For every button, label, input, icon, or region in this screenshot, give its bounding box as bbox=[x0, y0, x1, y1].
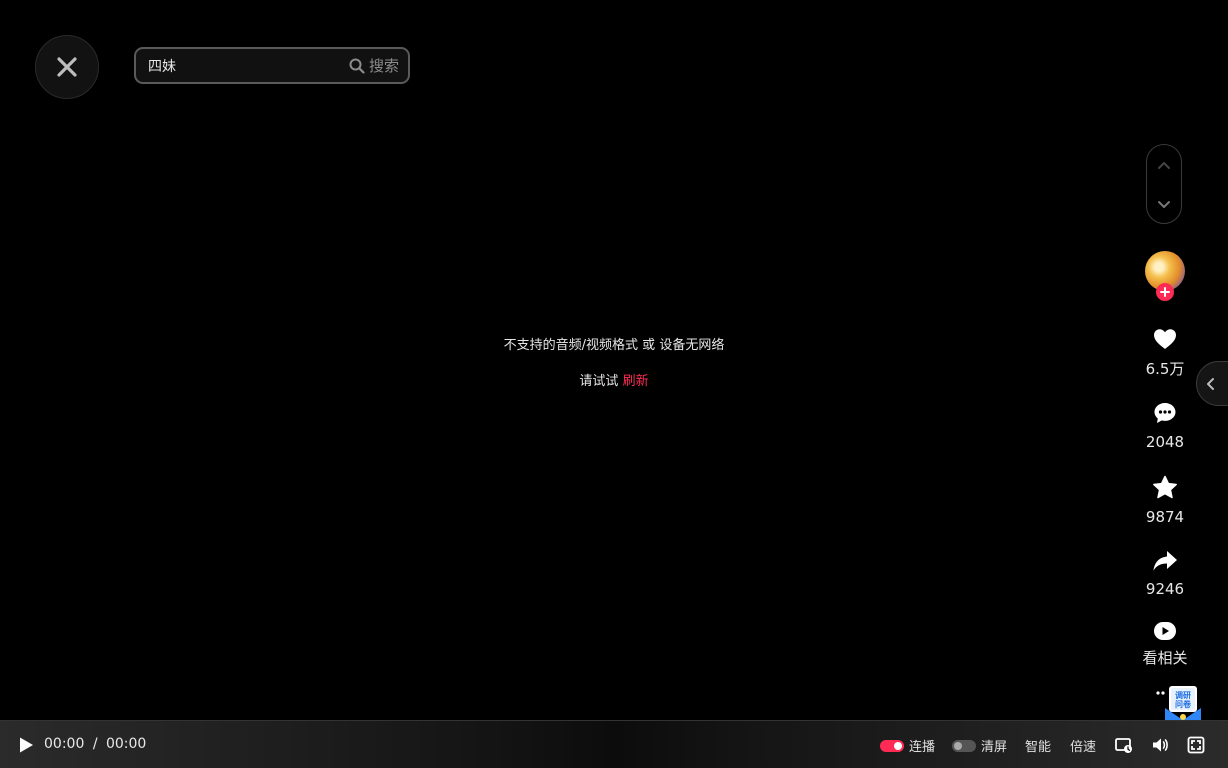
search-input[interactable] bbox=[136, 48, 349, 83]
clear-screen-toggle[interactable]: 清屏 bbox=[952, 736, 1007, 755]
play-icon[interactable] bbox=[16, 735, 36, 755]
search-box: 搜索 bbox=[134, 47, 410, 84]
speed-button[interactable]: 倍速 bbox=[1070, 736, 1096, 755]
related-label: 看相关 bbox=[1142, 649, 1188, 667]
retry-prefix: 请试试 bbox=[579, 374, 619, 389]
like-count: 6.5万 bbox=[1145, 360, 1185, 378]
time-display: 00:00 / 00:00 bbox=[44, 736, 146, 752]
close-icon bbox=[57, 57, 77, 77]
heart-icon bbox=[1154, 329, 1176, 349]
smart-button[interactable]: 智能 bbox=[1025, 736, 1051, 755]
search-icon bbox=[349, 58, 365, 74]
fullscreen-icon[interactable] bbox=[1187, 736, 1205, 754]
current-time: 00:00 bbox=[44, 736, 85, 752]
comment-button[interactable]: 2048 bbox=[1135, 401, 1195, 451]
expand-panel-button[interactable] bbox=[1196, 361, 1228, 406]
error-message: 不支持的音频/视频格式 或 设备无网络 bbox=[503, 338, 725, 353]
svg-text:问卷: 问卷 bbox=[1175, 699, 1192, 709]
retry-hint: 请试试 刷新 bbox=[0, 370, 1228, 389]
video-nav bbox=[1146, 144, 1182, 224]
autoplay-label: 连播 bbox=[909, 740, 936, 755]
chevron-up-icon bbox=[1158, 162, 1170, 169]
search-button-label: 搜索 bbox=[368, 57, 399, 75]
svg-text:调研: 调研 bbox=[1175, 690, 1191, 700]
favorite-button[interactable]: 9874 bbox=[1135, 475, 1195, 526]
volume-icon[interactable] bbox=[1151, 736, 1169, 754]
chevron-left-icon bbox=[1207, 377, 1214, 390]
refresh-link[interactable]: 刷新 bbox=[623, 374, 649, 389]
star-icon bbox=[1153, 475, 1177, 499]
next-video-button[interactable] bbox=[1147, 185, 1181, 225]
favorite-count: 9874 bbox=[1145, 508, 1185, 526]
time-separator: / bbox=[92, 736, 98, 752]
related-videos-button[interactable]: 看相关 bbox=[1135, 621, 1195, 668]
duration: 00:00 bbox=[105, 736, 147, 752]
clear-screen-label: 清屏 bbox=[981, 740, 1008, 755]
follow-button[interactable] bbox=[1156, 283, 1174, 301]
comment-count: 2048 bbox=[1145, 433, 1185, 451]
picture-in-picture-icon[interactable] bbox=[1115, 736, 1133, 754]
plus-icon bbox=[1160, 287, 1170, 297]
share-icon bbox=[1153, 551, 1177, 571]
play-box-icon bbox=[1154, 622, 1176, 640]
player-controls: 00:00 / 00:00 连播 清屏 智能 倍速 bbox=[0, 720, 1228, 768]
autoplay-switch[interactable] bbox=[880, 740, 904, 752]
autoplay-toggle[interactable]: 连播 bbox=[880, 736, 935, 755]
comment-icon bbox=[1154, 403, 1176, 423]
like-button[interactable]: 6.5万 bbox=[1135, 328, 1195, 379]
previous-video-button[interactable] bbox=[1147, 145, 1181, 185]
search-button[interactable]: 搜索 bbox=[349, 55, 408, 76]
close-button[interactable] bbox=[35, 35, 99, 99]
chevron-down-icon bbox=[1158, 201, 1170, 208]
share-count: 9246 bbox=[1145, 580, 1185, 598]
clear-screen-switch[interactable] bbox=[952, 740, 976, 752]
share-button[interactable]: 9246 bbox=[1135, 550, 1195, 598]
